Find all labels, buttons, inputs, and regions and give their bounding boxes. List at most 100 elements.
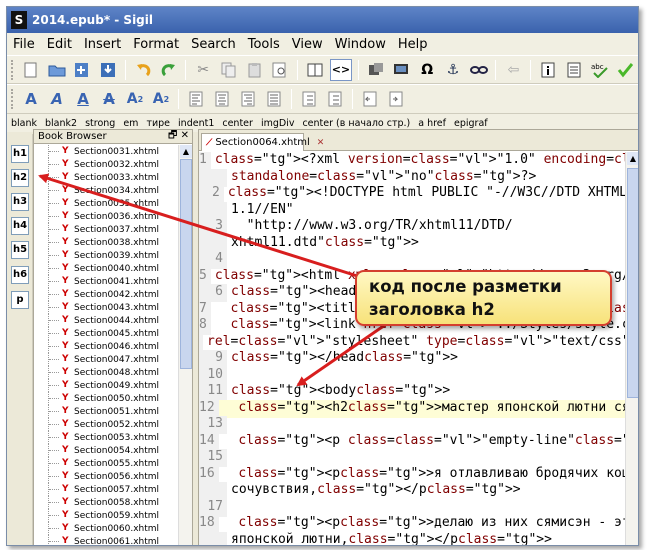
list-item[interactable]: Y Section0058.xhtml (34, 496, 180, 509)
code-line[interactable]: 12 class="tg"><h2class="tg">>мастер япон… (199, 399, 627, 418)
list-item[interactable]: Y Section0034.xhtml (34, 184, 180, 197)
list-item[interactable]: Y Section0051.xhtml (34, 405, 180, 418)
close-panel-icon[interactable]: ✕ (181, 130, 189, 141)
heading-h2-button[interactable]: h2 (11, 169, 29, 187)
list-item[interactable]: Y Section0053.xhtml (34, 431, 180, 444)
indent-icon[interactable] (385, 88, 407, 110)
book-view-icon[interactable] (304, 59, 326, 81)
menu-edit[interactable]: Edit (41, 37, 78, 52)
new-file-icon[interactable] (20, 59, 42, 81)
heading-h6-button[interactable]: h6 (11, 266, 29, 284)
clip-center[interactable]: center (218, 118, 257, 129)
align-left-icon[interactable] (185, 88, 207, 110)
code-line[interactable]: xhtml11.dtd"class="tg">> (199, 234, 627, 253)
align-center-icon[interactable] (211, 88, 233, 110)
superscript-icon[interactable]: A2 (150, 88, 172, 110)
insert-image-icon[interactable] (365, 59, 387, 81)
list-item[interactable]: Y Section0060.xhtml (34, 522, 180, 535)
heading-h3-button[interactable]: h3 (11, 193, 29, 211)
open-folder-icon[interactable] (46, 59, 68, 81)
code-line[interactable]: сочувствия,class="tg"></pclass="tg">> (199, 482, 627, 500)
back-icon[interactable]: ⇦ (502, 59, 524, 81)
italic-icon[interactable]: A (46, 88, 68, 110)
list-item[interactable]: Y Section0050.xhtml (34, 392, 180, 405)
list-item[interactable]: Y Section0035.xhtml (34, 197, 180, 210)
undo-icon[interactable] (132, 59, 154, 81)
clip-blank[interactable]: blank (7, 118, 41, 129)
code-line[interactable]: 18 class="tg"><pclass="tg">>делаю из них… (199, 515, 627, 533)
list-item[interactable]: Y Section0040.xhtml (34, 262, 180, 275)
menu-search[interactable]: Search (185, 37, 242, 52)
editor-scrollbar[interactable]: ▲ (625, 152, 638, 545)
menu-help[interactable]: Help (392, 37, 434, 52)
menu-view[interactable]: View (286, 37, 329, 52)
save-icon[interactable] (97, 59, 119, 81)
list-item[interactable]: Y Section0055.xhtml (34, 457, 180, 470)
number-list-icon[interactable] (324, 88, 346, 110)
clip-indent1[interactable]: indent1 (174, 118, 218, 129)
meta-editor-icon[interactable] (537, 59, 559, 81)
clip-a-href[interactable]: a href (414, 118, 450, 129)
scroll-thumb[interactable] (627, 168, 638, 398)
list-item[interactable]: Y Section0036.xhtml (34, 210, 180, 223)
list-item[interactable]: Y Section0039.xhtml (34, 249, 180, 262)
list-item[interactable]: Y Section0048.xhtml (34, 366, 180, 379)
menu-file[interactable]: File (7, 37, 41, 52)
align-right-icon[interactable] (237, 88, 259, 110)
code-line[interactable]: 3 "http://www.w3.org/TR/xhtml11/DTD/ (199, 218, 627, 236)
list-item[interactable]: Y Section0033.xhtml (34, 171, 180, 184)
validate-icon[interactable] (614, 59, 636, 81)
list-item[interactable]: Y Section0054.xhtml (34, 444, 180, 457)
code-view-icon[interactable]: <> (330, 58, 352, 81)
code-line[interactable]: японской лютни,class="tg"></pclass="tg">… (199, 531, 627, 545)
clip-em[interactable]: em (119, 118, 142, 129)
cut-icon[interactable]: ✂ (192, 59, 214, 81)
anchor-icon[interactable]: ⚓ (442, 59, 464, 81)
clip-strong[interactable]: strong (81, 118, 119, 129)
list-item[interactable]: Y Section0044.xhtml (34, 314, 180, 327)
menu-window[interactable]: Window (329, 37, 392, 52)
clip-tire[interactable]: тире (142, 118, 174, 129)
close-tab-icon[interactable]: ✕ (317, 138, 325, 148)
list-item[interactable]: Y Section0037.xhtml (34, 223, 180, 236)
subscript-icon[interactable]: A2 (124, 88, 146, 110)
float-panel-icon[interactable]: 🗗 (168, 130, 177, 141)
scroll-up-icon[interactable]: ▲ (180, 145, 192, 158)
list-item[interactable]: Y Section0042.xhtml (34, 288, 180, 301)
list-item[interactable]: Y Section0046.xhtml (34, 340, 180, 353)
code-line[interactable]: rel=class="vl">"stylesheet" type=class="… (199, 333, 627, 352)
code-line[interactable]: 11 class="tg"><bodyclass="tg">> (199, 383, 627, 401)
scroll-thumb[interactable] (180, 159, 192, 369)
list-item[interactable]: Y Section0047.xhtml (34, 353, 180, 366)
list-item[interactable]: Y Section0049.xhtml (34, 379, 180, 392)
code-line[interactable]: 4 (199, 251, 627, 269)
code-line[interactable]: 17 (199, 498, 627, 517)
code-line[interactable]: 15 (199, 449, 627, 467)
bold-icon[interactable]: A (20, 88, 42, 110)
screen-icon[interactable] (391, 59, 413, 81)
paste-icon[interactable] (244, 59, 266, 81)
heading-h5-button[interactable]: h5 (11, 241, 29, 259)
list-item[interactable]: Y Section0057.xhtml (34, 483, 180, 496)
code-line[interactable]: 9 class="tg"></headclass="tg">> (199, 350, 627, 368)
code-line[interactable]: 10 (199, 366, 627, 385)
scroll-up-icon[interactable]: ▲ (627, 152, 638, 165)
code-line[interactable]: standalone=class="vl">"no"class="tg">?> (199, 168, 627, 187)
list-item[interactable]: Y Section0059.xhtml (34, 509, 180, 522)
list-item[interactable]: Y Section0038.xhtml (34, 236, 180, 249)
justify-icon[interactable] (263, 88, 285, 110)
menu-tools[interactable]: Tools (242, 37, 286, 52)
preview-icon[interactable] (270, 59, 292, 81)
link-icon[interactable] (468, 59, 490, 81)
add-file-icon[interactable] (71, 59, 93, 81)
code-line[interactable]: 14 class="tg"><p class=class="vl">"empty… (199, 432, 627, 451)
paragraph-p-button[interactable]: p (11, 291, 29, 309)
list-item[interactable]: Y Section0032.xhtml (34, 158, 180, 171)
code-line[interactable]: 13 (199, 416, 627, 434)
clip-blank2[interactable]: blank2 (41, 118, 81, 129)
list-item[interactable]: Y Section0031.xhtml (34, 145, 180, 158)
special-char-icon[interactable]: Ω (416, 59, 438, 81)
list-item[interactable]: Y Section0043.xhtml (34, 301, 180, 314)
list-item[interactable]: Y Section0041.xhtml (34, 275, 180, 288)
code-view[interactable]: 1 class="tg"><?xml version=class="vl">"1.… (199, 152, 627, 545)
